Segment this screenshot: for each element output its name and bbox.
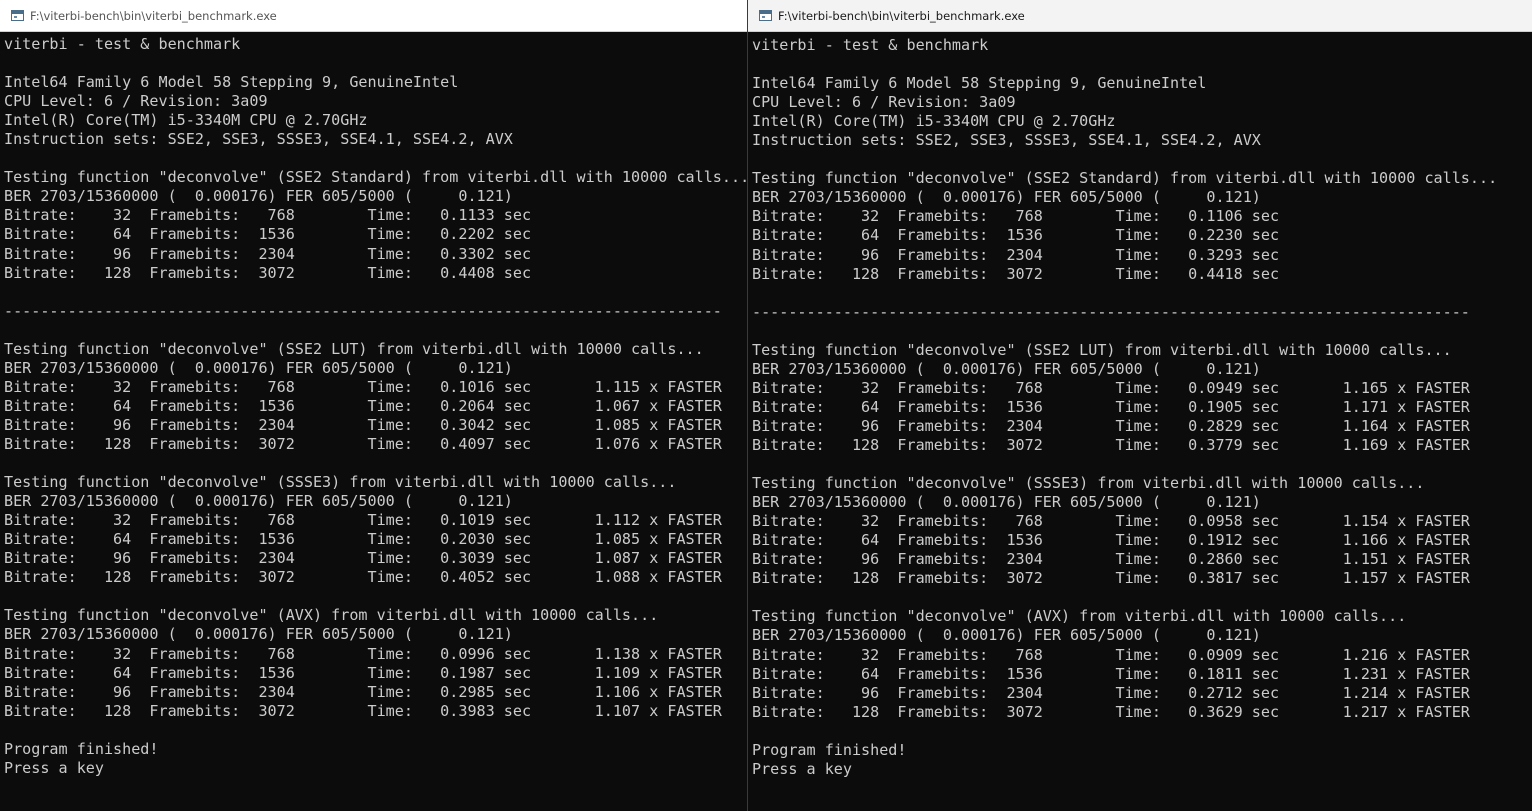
console-line: Instruction sets: SSE2, SSE3, SSSE3, SSE… xyxy=(752,131,1261,150)
console-line: Testing function "deconvolve" (AVX) from… xyxy=(752,607,1407,626)
console-line: Bitrate: 64 Framebits: 1536 Time: 0.2202… xyxy=(4,225,532,244)
console-app-icon xyxy=(11,10,24,21)
console-window-right[interactable]: F:\viterbi-bench\bin\viterbi_benchmark.e… xyxy=(747,0,1532,811)
console-line: ----------------------------------------… xyxy=(752,302,1470,321)
console-line: viterbi - test & benchmark xyxy=(752,36,989,54)
console-line: Bitrate: 32 Framebits: 768 Time: 0.0996 … xyxy=(4,644,722,663)
console-line: Testing function "deconvolve" (SSE2 Stan… xyxy=(4,168,747,187)
console-line: Bitrate: 32 Framebits: 768 Time: 0.0909 … xyxy=(752,645,1470,664)
console-output: viterbi - test & benchmark Intel64 Family… xyxy=(748,32,1532,811)
console-line: Bitrate: 96 Framebits: 2304 Time: 0.3302… xyxy=(4,244,532,263)
console-line: BER 2703/15360000 ( 0.000176) FER 605/50… xyxy=(4,625,513,644)
window-titlebar[interactable]: F:\viterbi-bench\bin\viterbi_benchmark.e… xyxy=(748,0,1532,32)
console-line: Testing function "deconvolve" (SSSE3) fr… xyxy=(752,474,1425,493)
console-line: Bitrate: 32 Framebits: 768 Time: 0.0958 … xyxy=(752,512,1470,531)
console-line: BER 2703/15360000 ( 0.000176) FER 605/50… xyxy=(4,187,513,206)
console-line: Intel(R) Core(TM) i5-3340M CPU @ 2.70GHz xyxy=(752,112,1116,131)
console-line: Bitrate: 32 Framebits: 768 Time: 0.1019 … xyxy=(4,511,722,530)
console-line: Bitrate: 128 Framebits: 3072 Time: 0.398… xyxy=(4,701,722,720)
console-line: Bitrate: 64 Framebits: 1536 Time: 0.2030… xyxy=(4,530,722,549)
console-line: Bitrate: 64 Framebits: 1536 Time: 0.2230… xyxy=(752,226,1280,245)
console-line: Bitrate: 96 Framebits: 2304 Time: 0.2860… xyxy=(752,550,1470,569)
console-line: BER 2703/15360000 ( 0.000176) FER 605/50… xyxy=(4,492,513,511)
console-line: Bitrate: 96 Framebits: 2304 Time: 0.2712… xyxy=(752,683,1470,702)
window-title: F:\viterbi-bench\bin\viterbi_benchmark.e… xyxy=(30,8,277,23)
console-line: CPU Level: 6 / Revision: 3a09 xyxy=(752,93,1016,112)
console-line: Bitrate: 128 Framebits: 3072 Time: 0.405… xyxy=(4,568,722,587)
console-line: Bitrate: 128 Framebits: 3072 Time: 0.381… xyxy=(752,569,1470,588)
console-line: Bitrate: 96 Framebits: 2304 Time: 0.3039… xyxy=(4,549,722,568)
console-line: Bitrate: 128 Framebits: 3072 Time: 0.377… xyxy=(752,435,1470,454)
console-line: Bitrate: 64 Framebits: 1536 Time: 0.2064… xyxy=(4,396,722,415)
console-line: Program finished! xyxy=(4,739,159,758)
console-line: Bitrate: 64 Framebits: 1536 Time: 0.1987… xyxy=(4,663,722,682)
console-line: BER 2703/15360000 ( 0.000176) FER 605/50… xyxy=(4,358,513,377)
console-line: Program finished! xyxy=(752,740,907,759)
console-output: viterbi - test & benchmark Intel64 Family… xyxy=(0,32,747,811)
console-line: Bitrate: 32 Framebits: 768 Time: 0.1133 … xyxy=(4,206,532,225)
window-title: F:\viterbi-bench\bin\viterbi_benchmark.e… xyxy=(778,8,1025,23)
console-line: Intel64 Family 6 Model 58 Stepping 9, Ge… xyxy=(752,74,1207,93)
console-app-icon xyxy=(759,10,772,21)
console-line: Bitrate: 128 Framebits: 3072 Time: 0.441… xyxy=(752,264,1280,283)
console-line: CPU Level: 6 / Revision: 3a09 xyxy=(4,92,268,111)
console-line: Instruction sets: SSE2, SSE3, SSSE3, SSE… xyxy=(4,130,513,149)
console-line: Bitrate: 64 Framebits: 1536 Time: 0.1912… xyxy=(752,531,1470,550)
console-line: Testing function "deconvolve" (AVX) from… xyxy=(4,606,659,625)
console-line: Bitrate: 32 Framebits: 768 Time: 0.1106 … xyxy=(752,207,1280,226)
console-line: Bitrate: 96 Framebits: 2304 Time: 0.2985… xyxy=(4,682,722,701)
console-line: BER 2703/15360000 ( 0.000176) FER 605/50… xyxy=(752,359,1261,378)
console-line: Testing function "deconvolve" (SSSE3) fr… xyxy=(4,473,677,492)
console-line: Bitrate: 64 Framebits: 1536 Time: 0.1811… xyxy=(752,664,1470,683)
console-line: Bitrate: 128 Framebits: 3072 Time: 0.362… xyxy=(752,702,1470,721)
console-line: Bitrate: 96 Framebits: 2304 Time: 0.3293… xyxy=(752,245,1280,264)
console-line: Intel64 Family 6 Model 58 Stepping 9, Ge… xyxy=(4,73,459,92)
console-line: Testing function "deconvolve" (SSE2 LUT)… xyxy=(752,340,1452,359)
console-window-left[interactable]: F:\viterbi-bench\bin\viterbi_benchmark.e… xyxy=(0,0,747,811)
console-line: Press a key xyxy=(752,759,852,778)
console-line: Bitrate: 128 Framebits: 3072 Time: 0.409… xyxy=(4,434,722,453)
console-line: Bitrate: 64 Framebits: 1536 Time: 0.1905… xyxy=(752,397,1470,416)
console-line: BER 2703/15360000 ( 0.000176) FER 605/50… xyxy=(752,188,1261,207)
console-line: Testing function "deconvolve" (SSE2 Stan… xyxy=(752,169,1498,188)
console-line: BER 2703/15360000 ( 0.000176) FER 605/50… xyxy=(752,626,1261,645)
console-line: Bitrate: 96 Framebits: 2304 Time: 0.3042… xyxy=(4,415,722,434)
console-line: Bitrate: 32 Framebits: 768 Time: 0.0949 … xyxy=(752,378,1470,397)
console-line: BER 2703/15360000 ( 0.000176) FER 605/50… xyxy=(752,493,1261,512)
console-line: Bitrate: 96 Framebits: 2304 Time: 0.2829… xyxy=(752,416,1470,435)
console-line: ----------------------------------------… xyxy=(4,301,722,320)
console-line: Bitrate: 32 Framebits: 768 Time: 0.1016 … xyxy=(4,377,722,396)
console-line: Bitrate: 128 Framebits: 3072 Time: 0.440… xyxy=(4,263,532,282)
console-line: Press a key xyxy=(4,758,104,777)
window-titlebar[interactable]: F:\viterbi-bench\bin\viterbi_benchmark.e… xyxy=(0,0,747,32)
console-line: Testing function "deconvolve" (SSE2 LUT)… xyxy=(4,339,704,358)
console-line: viterbi - test & benchmark xyxy=(4,35,241,53)
console-line: Intel(R) Core(TM) i5-3340M CPU @ 2.70GHz xyxy=(4,111,368,130)
